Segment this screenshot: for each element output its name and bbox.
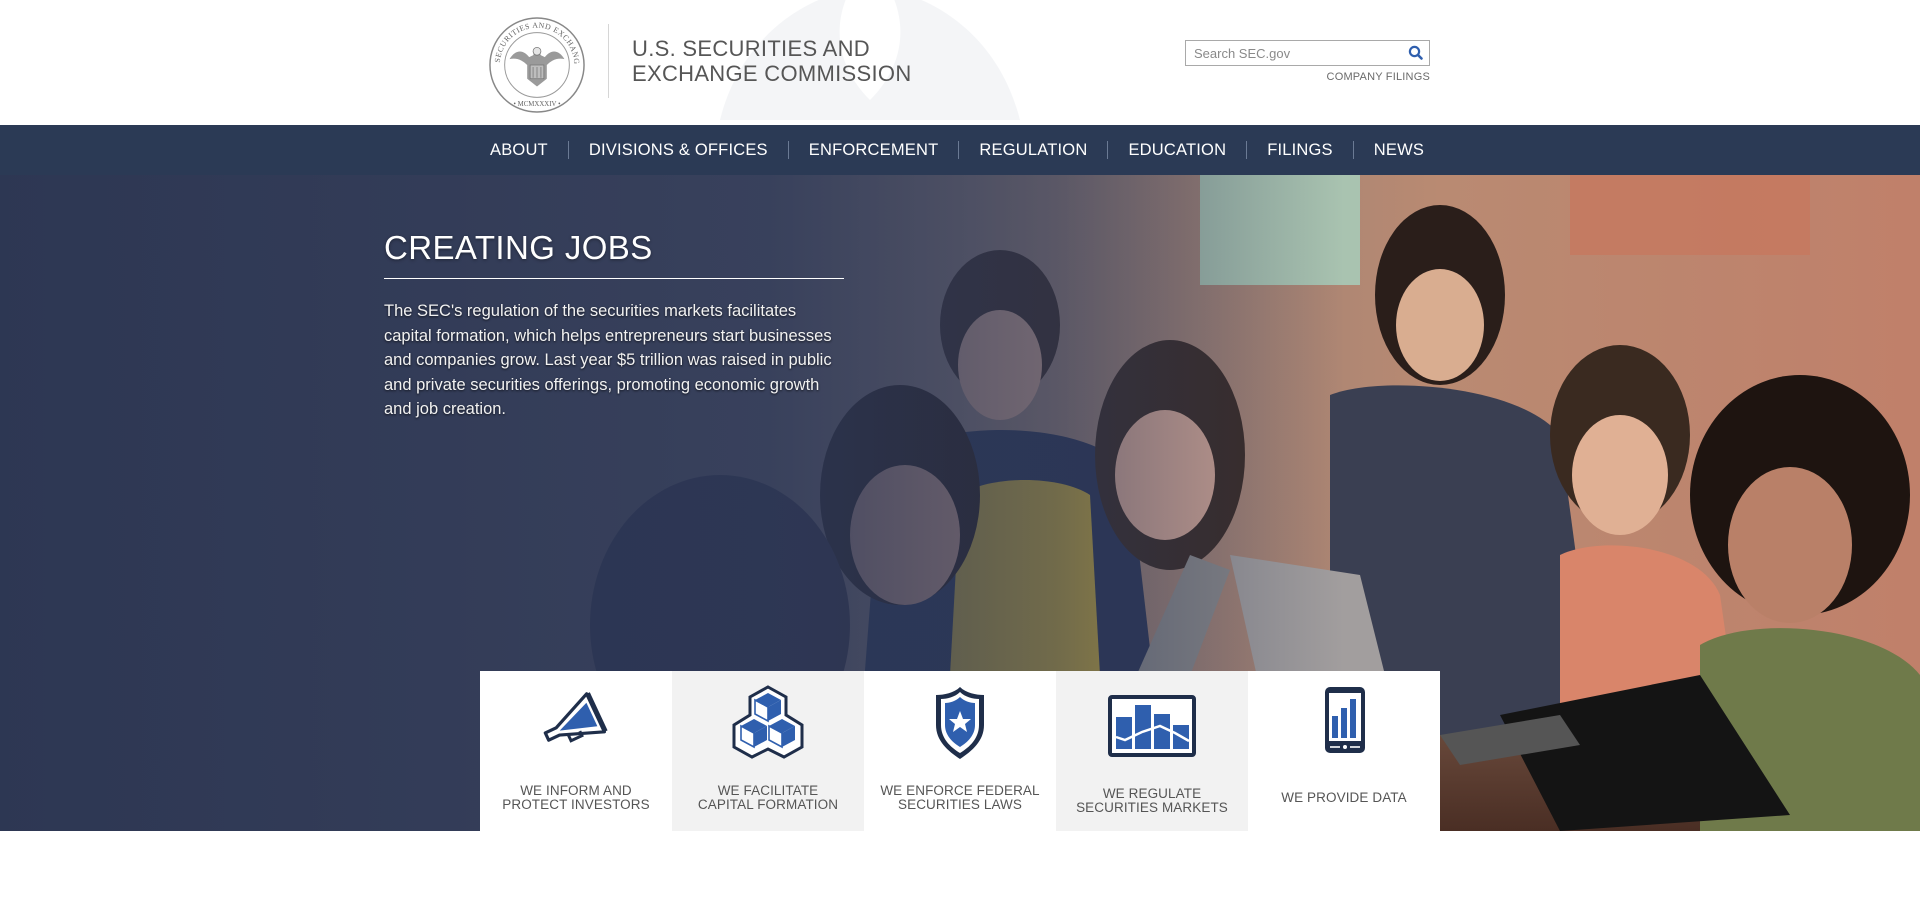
mission-card-regulate-markets[interactable]: WE REGULATE SECURITIES MARKETS — [1056, 671, 1248, 831]
mission-card-label: WE INFORM AND PROTECT INVESTORS — [480, 784, 672, 812]
hero-content: CREATING JOBS The SEC's regulation of th… — [384, 228, 844, 422]
nav-item-regulation[interactable]: REGULATION — [959, 125, 1107, 175]
mission-card-label: WE REGULATE SECURITIES MARKETS — [1056, 787, 1248, 815]
company-filings-link[interactable]: COMPANY FILINGS — [1300, 71, 1430, 83]
main-nav: ABOUT DIVISIONS & OFFICES ENFORCEMENT RE… — [0, 125, 1920, 175]
nav-item-enforcement[interactable]: ENFORCEMENT — [789, 125, 959, 175]
label-line2: CAPITAL FORMATION — [697, 797, 839, 812]
label-line2: SECURITIES LAWS — [897, 797, 1023, 812]
logo-divider — [608, 24, 609, 98]
mission-card-inform-protect[interactable]: WE INFORM AND PROTECT INVESTORS — [480, 671, 672, 831]
sec-seal-icon: SECURITIES AND EXCHANGE COMMISSION • MCM… — [488, 16, 585, 113]
mission-card-provide-data[interactable]: WE PROVIDE DATA — [1248, 671, 1440, 831]
agency-name-line2: EXCHANGE COMMISSION — [632, 61, 912, 86]
mission-card-capital-formation[interactable]: WE FACILITATE CAPITAL FORMATION — [672, 671, 864, 831]
mission-card-label: WE PROVIDE DATA — [1248, 791, 1440, 805]
label-line1: WE FACILITATE — [717, 783, 819, 798]
bar-chart-icon — [1108, 695, 1196, 757]
search-button[interactable] — [1407, 44, 1425, 62]
nav-item-filings[interactable]: FILINGS — [1247, 125, 1353, 175]
site-header: SECURITIES AND EXCHANGE COMMISSION • MCM… — [0, 0, 1920, 125]
agency-name-link[interactable]: U.S. SECURITIES AND EXCHANGE COMMISSION — [632, 36, 912, 86]
cubes-icon — [732, 685, 804, 759]
label-line2: PROTECT INVESTORS — [502, 797, 650, 812]
hero-divider — [384, 278, 844, 279]
search-input[interactable] — [1186, 41, 1396, 65]
search-icon — [1408, 45, 1423, 60]
label-line2: SECURITIES MARKETS — [1076, 800, 1228, 815]
label-line1: WE ENFORCE FEDERAL — [880, 783, 1040, 798]
agency-name-line1: U.S. SECURITIES AND — [632, 36, 870, 61]
mission-card-label: WE FACILITATE CAPITAL FORMATION — [672, 784, 864, 812]
label-line1: WE REGULATE — [1102, 786, 1202, 801]
shield-star-icon — [936, 687, 984, 759]
mobile-data-icon — [1325, 687, 1365, 753]
label-line1: WE PROVIDE DATA — [1281, 790, 1407, 805]
megaphone-icon — [543, 692, 608, 743]
label-line1: WE INFORM AND — [520, 783, 632, 798]
svg-text:• MCMXXXIV •: • MCMXXXIV • — [514, 101, 562, 108]
search-box — [1185, 40, 1430, 66]
nav-item-about[interactable]: ABOUT — [470, 125, 568, 175]
mission-card-enforce-laws[interactable]: WE ENFORCE FEDERAL SECURITIES LAWS — [864, 671, 1056, 831]
nav-item-education[interactable]: EDUCATION — [1108, 125, 1246, 175]
mission-card-label: WE ENFORCE FEDERAL SECURITIES LAWS — [864, 784, 1056, 812]
nav-item-divisions-offices[interactable]: DIVISIONS & OFFICES — [569, 125, 788, 175]
hero-title: CREATING JOBS — [384, 229, 653, 266]
mission-cards: WE INFORM AND PROTECT INVESTORS WE FACIL… — [480, 671, 1440, 831]
nav-item-news[interactable]: NEWS — [1354, 125, 1444, 175]
hero-body-text: The SEC's regulation of the securities m… — [384, 302, 832, 418]
